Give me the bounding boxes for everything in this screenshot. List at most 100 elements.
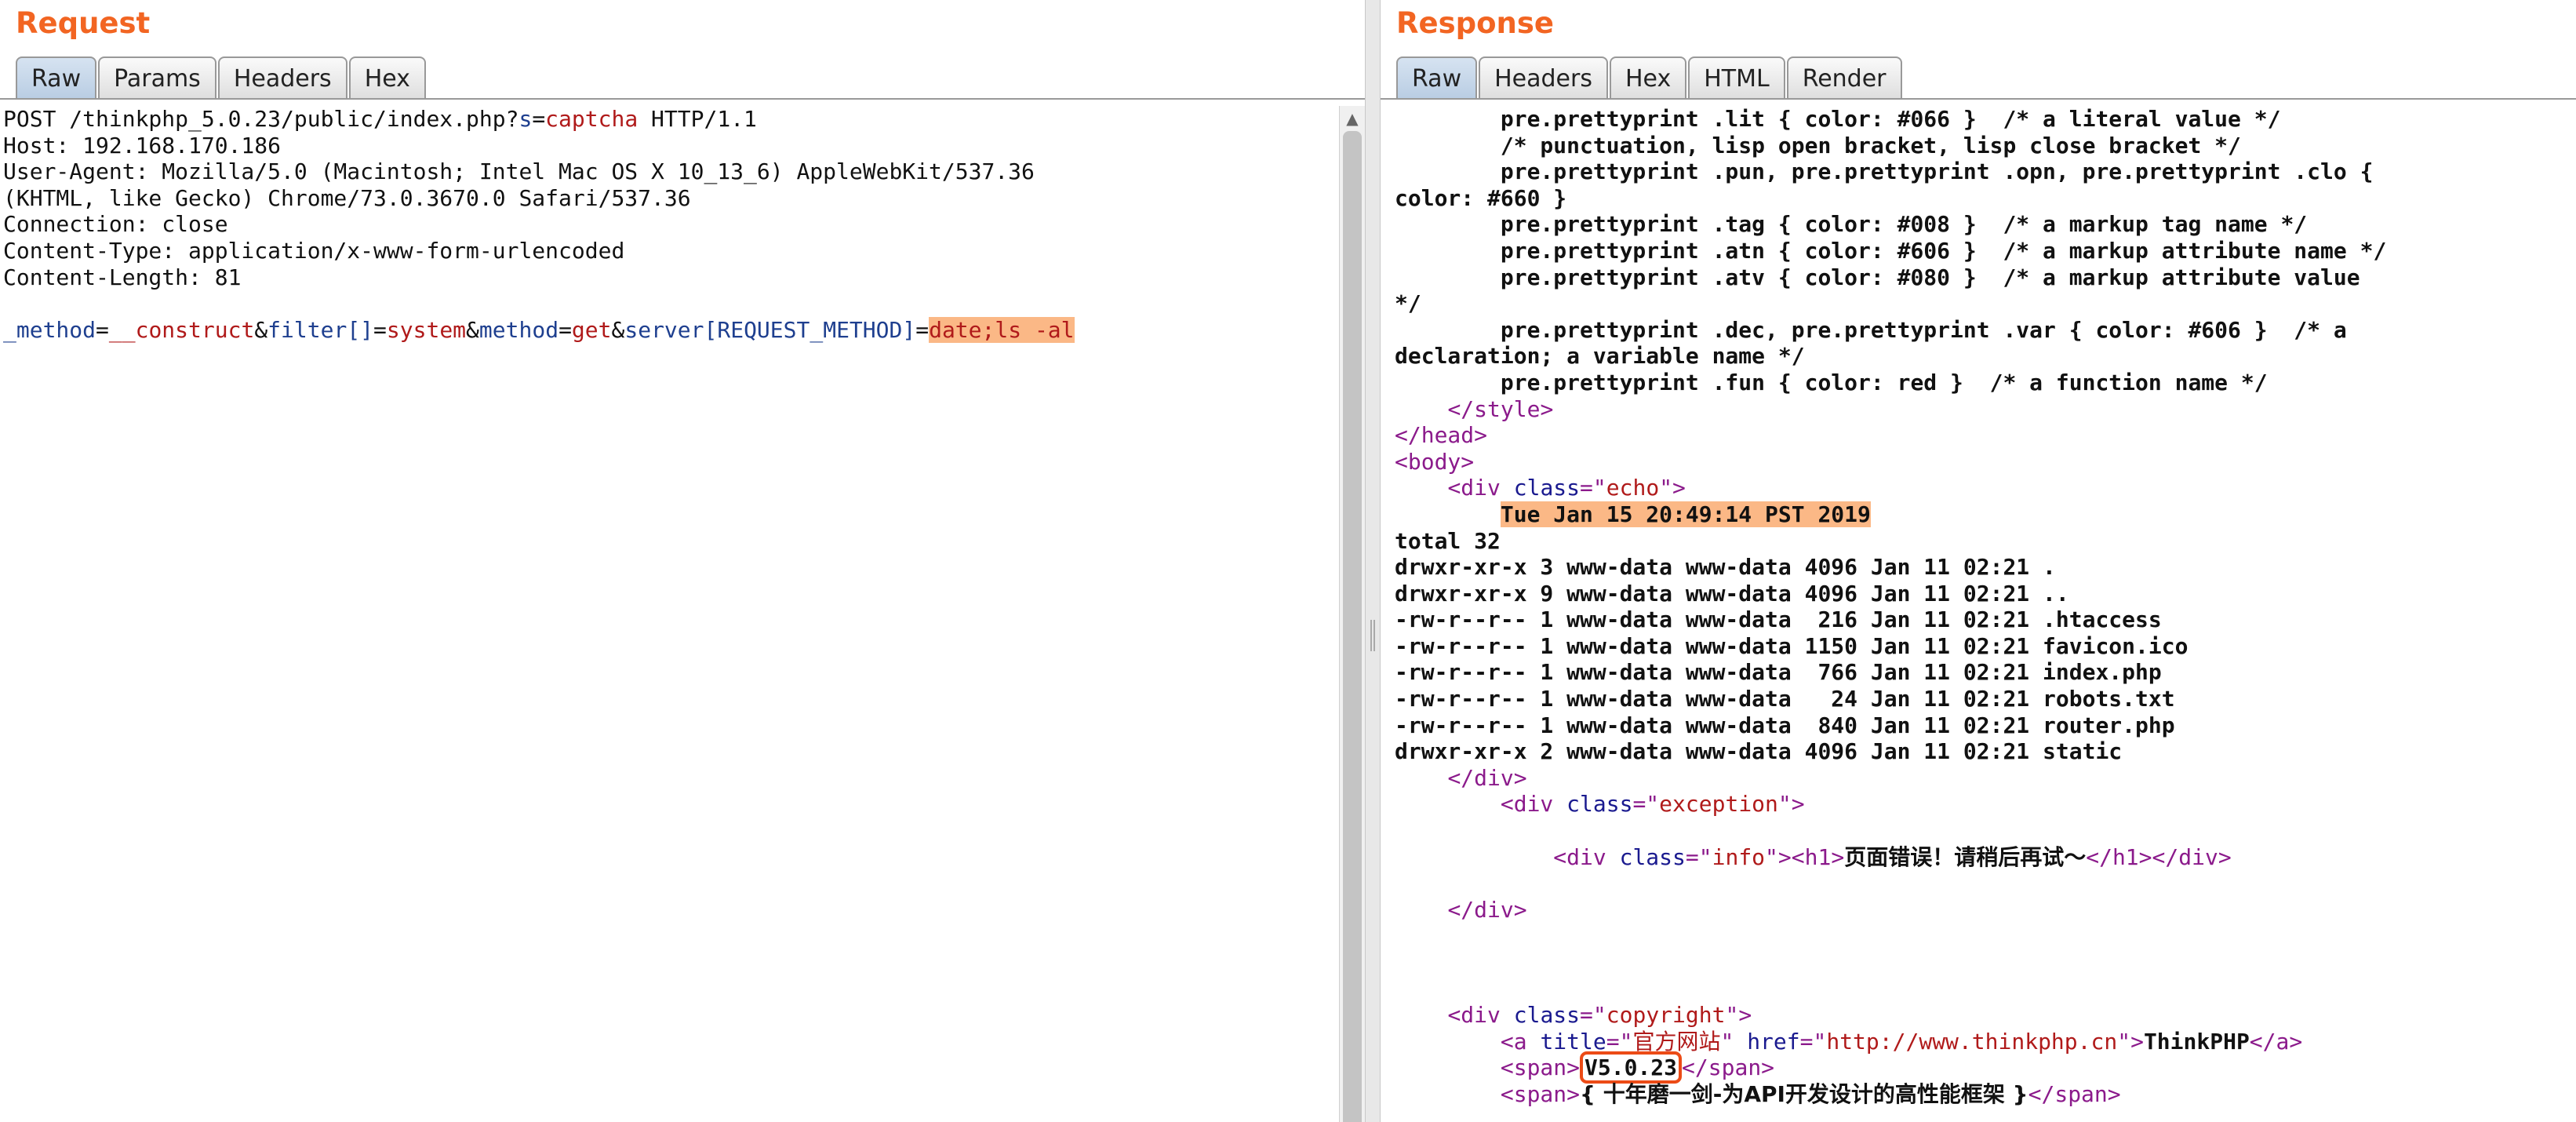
request-text: Content-Type: application/x-www-form-url… xyxy=(3,237,625,264)
response-text: -rw-r--r-- 1 www-data www-data 1150 Jan … xyxy=(1395,632,2189,659)
response-text: total 32 xyxy=(1395,527,1501,554)
response-text: pre.prettyprint .pun, pre.prettyprint .o… xyxy=(1395,158,2374,185)
response-text xyxy=(1553,791,1566,817)
response-text: "> xyxy=(1725,1002,1752,1029)
splitter-grip-icon[interactable] xyxy=(1370,620,1375,651)
response-text: <span> xyxy=(1500,1055,1581,1081)
request-tab-headers[interactable]: Headers xyxy=(217,56,347,99)
request-text: system xyxy=(386,316,467,343)
response-text: http://www.thinkphp.cn xyxy=(1826,1028,2118,1055)
response-pane: Response Raw Headers Hex HTML Render pre.pre… xyxy=(1381,0,2576,1122)
request-text: POST /thinkphp_5.0.23/public/index.php? xyxy=(3,106,519,132)
response-line: </div> xyxy=(1381,765,2576,792)
request-line: Content-Type: application/x-www-form-url… xyxy=(0,238,1340,264)
response-text: pre.prettyprint .tag { color: #008 } /* … xyxy=(1395,211,2308,238)
request-line: (KHTML, like Gecko) Chrome/73.0.3670.0 S… xyxy=(0,185,1340,212)
request-editor[interactable]: POST /thinkphp_5.0.23/public/index.php?s… xyxy=(0,106,1340,1122)
request-scrollbar[interactable]: ▲ xyxy=(1339,106,1365,1122)
response-text: /* punctuation, lisp open bracket, lisp … xyxy=(1395,132,2241,158)
request-text: get xyxy=(571,316,612,343)
scroll-up-arrow-icon[interactable]: ▲ xyxy=(1340,109,1365,128)
request-tab-raw[interactable]: Raw xyxy=(16,56,97,99)
response-line: declaration; a variable name */ xyxy=(1381,343,2576,370)
response-text: -rw-r--r-- 1 www-data www-data 766 Jan 1… xyxy=(1395,659,2162,686)
response-text xyxy=(1395,475,1447,501)
response-tab-html[interactable]: HTML xyxy=(1688,56,1785,99)
response-text xyxy=(1501,1002,1514,1028)
response-text: echo xyxy=(1606,475,1660,501)
response-text: <a xyxy=(1500,1028,1527,1055)
response-line: color: #660 } xyxy=(1381,185,2576,212)
response-text: =" xyxy=(1799,1028,1827,1055)
response-line: -rw-r--r-- 1 www-data www-data 24 Jan 11… xyxy=(1381,686,2576,712)
response-text: <div xyxy=(1447,1002,1501,1029)
request-text: = xyxy=(373,316,387,343)
response-text: pre.prettyprint .fun { color: red } /* a… xyxy=(1395,369,2268,395)
response-title: Response xyxy=(1396,6,1554,40)
response-line: pre.prettyprint .pun, pre.prettyprint .o… xyxy=(1381,158,2576,185)
response-text xyxy=(1395,897,1447,923)
response-line: -rw-r--r-- 1 www-data www-data 840 Jan 1… xyxy=(1381,712,2576,739)
request-text: Connection: close xyxy=(3,211,228,238)
response-text: > xyxy=(1540,395,1554,422)
response-line: <div class="exception"> xyxy=(1381,791,2576,818)
response-text: <span> xyxy=(1500,1080,1581,1107)
pane-splitter[interactable] xyxy=(1365,0,1381,1122)
request-text: = xyxy=(915,316,930,343)
request-tab-divider xyxy=(0,98,1365,100)
response-line xyxy=(1381,949,2576,976)
response-line: </head> xyxy=(1381,422,2576,449)
response-line: </div> xyxy=(1381,897,2576,923)
response-text xyxy=(1395,765,1447,791)
request-tab-hex[interactable]: Hex xyxy=(348,56,426,99)
response-text: class xyxy=(1619,843,1686,870)
request-text: & xyxy=(466,316,479,343)
response-text: =" xyxy=(1606,1028,1633,1055)
response-text: <div xyxy=(1553,843,1606,870)
response-text xyxy=(1395,844,1553,870)
request-text: filter[] xyxy=(267,316,374,343)
response-line: <a title="官方网站" href="http://www.thinkph… xyxy=(1381,1029,2576,1055)
response-text: </div> xyxy=(1447,896,1527,923)
response-text: { 十年磨一剑-为API开发设计的高性能框架 } xyxy=(1580,1080,2028,1107)
response-tab-headers[interactable]: Headers xyxy=(1479,56,1608,99)
response-line: drwxr-xr-x 3 www-data www-data 4096 Jan … xyxy=(1381,554,2576,581)
response-line: pre.prettyprint .lit { color: #066 } /* … xyxy=(1381,106,2576,133)
request-text: = xyxy=(532,106,546,132)
response-line: pre.prettyprint .dec, pre.prettyprint .v… xyxy=(1381,317,2576,344)
response-text xyxy=(1395,1081,1501,1107)
request-text: = xyxy=(558,316,572,343)
response-editor[interactable]: pre.prettyprint .lit { color: #066 } /* … xyxy=(1381,106,2576,1122)
response-text: </ xyxy=(1447,395,1475,422)
response-tab-hex[interactable]: Hex xyxy=(1609,56,1687,99)
response-text: =" xyxy=(1632,791,1660,818)
request-line: Connection: close xyxy=(0,211,1340,238)
response-line: <span> V5.0.23 </span> xyxy=(1381,1051,2576,1084)
response-text xyxy=(1395,501,1501,527)
response-text: > xyxy=(1474,422,1488,449)
response-line: -rw-r--r-- 1 www-data www-data 766 Jan 1… xyxy=(1381,659,2576,686)
request-line: Content-Length: 81 xyxy=(0,264,1340,291)
response-tab-raw[interactable]: Raw xyxy=(1396,56,1478,99)
response-text: -rw-r--r-- 1 www-data www-data 24 Jan 11… xyxy=(1395,686,2175,712)
request-text: & xyxy=(254,316,268,343)
response-line: pre.prettyprint .atn { color: #606 } /* … xyxy=(1381,238,2576,264)
response-text xyxy=(1395,1002,1447,1028)
response-text xyxy=(1606,844,1620,870)
response-text: < xyxy=(1395,448,1408,475)
request-text: Host: 192.168.170.186 xyxy=(3,132,282,158)
response-text: class xyxy=(1513,475,1581,501)
request-line: Host: 192.168.170.186 xyxy=(0,133,1340,159)
response-line: -rw-r--r-- 1 www-data www-data 1150 Jan … xyxy=(1381,633,2576,660)
request-scrollbar-thumb[interactable] xyxy=(1343,131,1362,1122)
request-tab-params[interactable]: Params xyxy=(98,56,216,99)
request-text: User-Agent: Mozilla/5.0 (Macintosh; Inte… xyxy=(3,158,1035,185)
response-text: exception xyxy=(1659,791,1778,818)
response-text: </a> xyxy=(2249,1028,2303,1055)
response-text: =" xyxy=(1580,1002,1606,1029)
response-text: info xyxy=(1712,843,1766,870)
response-tab-render[interactable]: Render xyxy=(1786,56,1902,99)
request-text: HTTP/1.1 xyxy=(638,106,757,132)
response-text xyxy=(1395,1055,1501,1080)
response-line xyxy=(1381,976,2576,1003)
